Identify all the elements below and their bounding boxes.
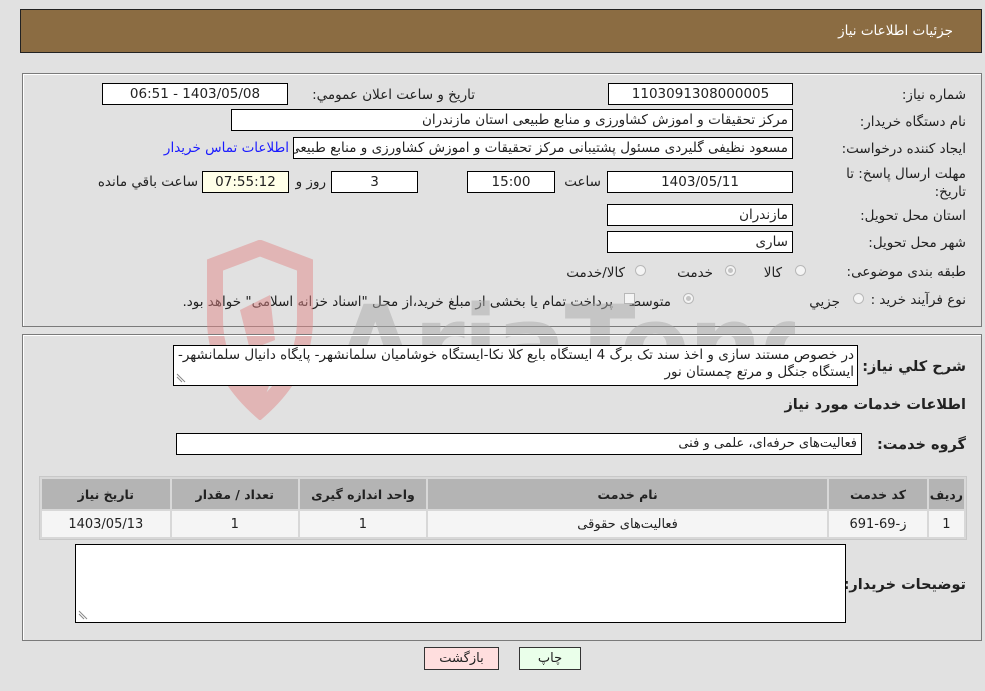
city-label: شهر محل تحویل: xyxy=(868,235,966,251)
table-header-row: ردیف کد خدمت نام خدمت واحد اندازه گیری ت… xyxy=(42,479,964,509)
deadline-time-label: ساعت xyxy=(564,174,601,190)
city-field: ساری xyxy=(607,231,793,253)
buyer-org-field: مرکز تحقیقات و اموزش کشاورزی و منابع طبی… xyxy=(231,109,793,131)
cell-row-number: 1 xyxy=(928,511,964,537)
table-row: 1 ز-69-691 فعالیت‌های حقوقی 1 1 1403/05/… xyxy=(42,511,964,537)
province-field: مازندران xyxy=(607,204,793,226)
print-button[interactable]: چاپ xyxy=(519,647,581,670)
buyer-org-label: نام دستگاه خریدار: xyxy=(859,114,966,130)
need-number-label: شماره نیاز: xyxy=(901,87,966,103)
cell-quantity: 1 xyxy=(171,511,298,537)
cell-service-name: فعالیت‌های حقوقی xyxy=(428,511,828,537)
buyer-contact-link[interactable]: اطلاعات تماس خریدار xyxy=(164,140,289,156)
category-label: طبقه بندی موضوعی: xyxy=(846,264,966,280)
description-label: شرح کلي نیاز: xyxy=(862,359,966,375)
service-group-field: فعالیت‌های حرفه‌ای، علمی و فنی xyxy=(176,433,862,455)
col-service-code: کد خدمت xyxy=(829,479,927,509)
announce-label: تاریخ و ساعت اعلان عمومي: xyxy=(312,87,475,103)
process-radio-minor[interactable] xyxy=(853,293,864,304)
deadline-label: مهلت ارسال پاسخ: تا تاریخ: xyxy=(846,166,966,200)
province-label: استان محل تحویل: xyxy=(860,208,966,224)
category-option-service: خدمت xyxy=(677,265,713,281)
cell-need-date: 1403/05/13 xyxy=(42,511,170,537)
treasury-note: پرداخت تمام یا بخشی از مبلغ خرید،از محل … xyxy=(182,294,613,310)
description-textarea[interactable]: در خصوص مستند سازی و اخذ سند تک برگ 4 ای… xyxy=(173,345,858,386)
process-option-minor: جزيي xyxy=(809,294,840,310)
service-group-label: گروه خدمت: xyxy=(876,437,966,453)
need-number-field: 1103091308000005 xyxy=(608,83,793,105)
deadline-time-field: 15:00 xyxy=(467,171,555,193)
cell-service-code: ز-69-691 xyxy=(829,511,927,537)
col-service-name: نام خدمت xyxy=(428,479,828,509)
services-section-title: اطلاعات خدمات مورد نیاز xyxy=(784,397,966,413)
col-need-date: تاریخ نیاز xyxy=(42,479,170,509)
buyer-notes-label: توضیحات خریدار: xyxy=(843,577,966,593)
days-remaining-field: 3 xyxy=(331,171,418,193)
creator-label: ایجاد کننده درخواست: xyxy=(841,141,966,157)
deadline-date-field: 1403/05/11 xyxy=(607,171,793,193)
creator-field: مسعود نظیفی گلیردی مسئول پشتیبانی مرکز ت… xyxy=(293,137,793,159)
treasury-checkbox[interactable] xyxy=(624,293,635,304)
back-button[interactable]: بازگشت xyxy=(424,647,499,670)
remaining-time-field: 07:55:12 xyxy=(202,171,289,193)
category-radio-goods[interactable] xyxy=(795,265,806,276)
category-radio-goods-service[interactable] xyxy=(635,265,646,276)
days-label: روز و xyxy=(295,174,326,190)
resize-grip-icon[interactable] xyxy=(176,373,186,383)
resize-grip-icon[interactable] xyxy=(78,610,88,620)
col-row-number: ردیف xyxy=(928,479,964,509)
page-header: جزئیات اطلاعات نیاز xyxy=(20,9,982,53)
process-label: نوع فرآیند خرید : xyxy=(870,292,966,308)
category-option-goods: کالا xyxy=(763,265,782,281)
cell-unit: 1 xyxy=(299,511,427,537)
category-option-goods-service: کالا/خدمت xyxy=(566,265,625,281)
col-unit: واحد اندازه گیری xyxy=(299,479,427,509)
description-text: در خصوص مستند سازی و اخذ سند تک برگ 4 ای… xyxy=(177,347,854,380)
category-radio-service[interactable] xyxy=(725,265,736,276)
col-quantity: تعداد / مقدار xyxy=(171,479,298,509)
process-radio-medium[interactable] xyxy=(683,293,694,304)
buyer-notes-textarea[interactable] xyxy=(75,544,846,623)
announce-datetime-field: 1403/05/08 - 06:51 xyxy=(102,83,288,105)
page-title: جزئیات اطلاعات نیاز xyxy=(838,23,953,39)
services-table: ردیف کد خدمت نام خدمت واحد اندازه گیری ت… xyxy=(39,476,967,540)
remaining-time-label: ساعت باقي مانده xyxy=(97,174,198,190)
